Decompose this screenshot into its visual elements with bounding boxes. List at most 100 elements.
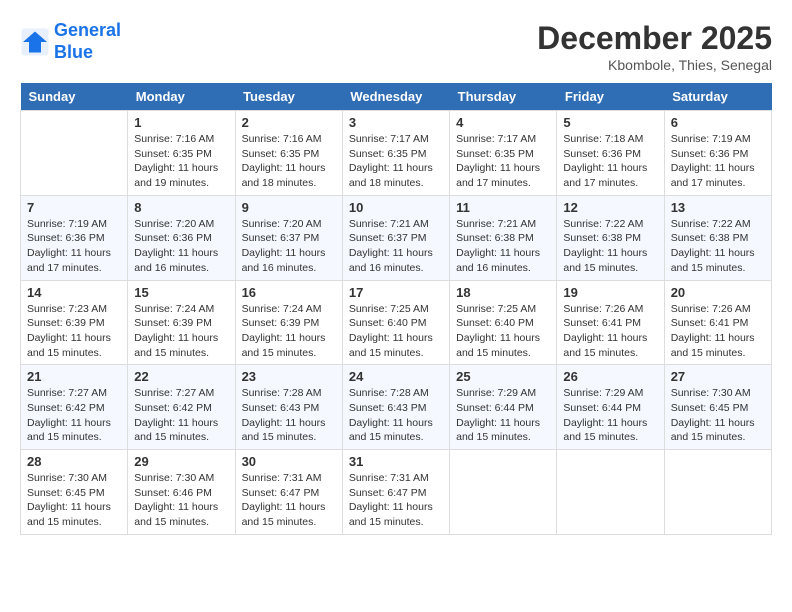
calendar-cell: 16 Sunrise: 7:24 AMSunset: 6:39 PMDayligh…: [235, 280, 342, 365]
week-row-1: 1Sunrise: 7:16 AMSunset: 6:35 PMDaylight…: [21, 111, 772, 196]
calendar-cell: 10 Sunrise: 7:21 AMSunset: 6:37 PMDayligh…: [342, 195, 449, 280]
day-number: 25: [456, 369, 550, 384]
calendar-cell: 13 Sunrise: 7:22 AMSunset: 6:38 PMDayligh…: [664, 195, 771, 280]
day-number: 11: [456, 200, 550, 215]
day-info: Sunrise: 7:21 AMSunset: 6:38 PMDaylight:…: [456, 217, 550, 276]
day-info: Sunrise: 7:24 AMSunset: 6:39 PMDaylight:…: [134, 302, 228, 361]
header-saturday: Saturday: [664, 83, 771, 111]
day-number: 7: [27, 200, 121, 215]
header-sunday: Sunday: [21, 83, 128, 111]
title-area: December 2025 Kbombole, Thies, Senegal: [537, 20, 772, 73]
day-info: Sunrise: 7:19 AMSunset: 6:36 PMDaylight:…: [671, 132, 765, 191]
calendar-cell: 11 Sunrise: 7:21 AMSunset: 6:38 PMDayligh…: [450, 195, 557, 280]
header: General Blue December 2025 Kbombole, Thi…: [20, 20, 772, 73]
calendar-cell: 14 Sunrise: 7:23 AMSunset: 6:39 PMDayligh…: [21, 280, 128, 365]
day-info: Sunrise: 7:26 AMSunset: 6:41 PMDaylight:…: [671, 302, 765, 361]
calendar-cell: 25Sunrise: 7:29 AMSunset: 6:44 PMDayligh…: [450, 365, 557, 450]
day-info: Sunrise: 7:20 AMSunset: 6:37 PMDaylight:…: [242, 217, 336, 276]
month-title: December 2025: [537, 20, 772, 57]
calendar-cell: 6 Sunrise: 7:19 AMSunset: 6:36 PMDaylight…: [664, 111, 771, 196]
calendar-cell: 2 Sunrise: 7:16 AMSunset: 6:35 PMDaylight…: [235, 111, 342, 196]
logo: General Blue: [20, 20, 121, 63]
day-number: 12: [563, 200, 657, 215]
day-info: Sunrise: 7:29 AMSunset: 6:44 PMDaylight:…: [563, 386, 657, 445]
calendar-cell: 30Sunrise: 7:31 AMSunset: 6:47 PMDayligh…: [235, 450, 342, 535]
week-row-5: 28 Sunrise: 7:30 AMSunset: 6:45 PMDayligh…: [21, 450, 772, 535]
day-info: Sunrise: 7:27 AMSunset: 6:42 PMDaylight:…: [27, 386, 121, 445]
calendar-cell: 31 Sunrise: 7:31 AMSunset: 6:47 PMDayligh…: [342, 450, 449, 535]
calendar-cell: 12 Sunrise: 7:22 AMSunset: 6:38 PMDayligh…: [557, 195, 664, 280]
day-number: 31: [349, 454, 443, 469]
day-number: 20: [671, 285, 765, 300]
calendar-cell: 7 Sunrise: 7:19 AMSunset: 6:36 PMDaylight…: [21, 195, 128, 280]
week-row-3: 14 Sunrise: 7:23 AMSunset: 6:39 PMDayligh…: [21, 280, 772, 365]
calendar-cell: 1Sunrise: 7:16 AMSunset: 6:35 PMDaylight…: [128, 111, 235, 196]
day-info: Sunrise: 7:27 AMSunset: 6:42 PMDaylight:…: [134, 386, 228, 445]
header-monday: Monday: [128, 83, 235, 111]
day-info: Sunrise: 7:25 AMSunset: 6:40 PMDaylight:…: [349, 302, 443, 361]
calendar-cell: [21, 111, 128, 196]
calendar-cell: 5 Sunrise: 7:18 AMSunset: 6:36 PMDaylight…: [557, 111, 664, 196]
day-info: Sunrise: 7:24 AMSunset: 6:39 PMDaylight:…: [242, 302, 336, 361]
day-info: Sunrise: 7:26 AMSunset: 6:41 PMDaylight:…: [563, 302, 657, 361]
day-number: 22: [134, 369, 228, 384]
day-info: Sunrise: 7:31 AMSunset: 6:47 PMDaylight:…: [242, 471, 336, 530]
calendar-cell: [557, 450, 664, 535]
day-info: Sunrise: 7:30 AMSunset: 6:46 PMDaylight:…: [134, 471, 228, 530]
day-info: Sunrise: 7:22 AMSunset: 6:38 PMDaylight:…: [671, 217, 765, 276]
day-number: 5: [563, 115, 657, 130]
day-number: 28: [27, 454, 121, 469]
calendar: SundayMondayTuesdayWednesdayThursdayFrid…: [20, 83, 772, 535]
day-number: 8: [134, 200, 228, 215]
day-number: 29: [134, 454, 228, 469]
calendar-cell: 15 Sunrise: 7:24 AMSunset: 6:39 PMDayligh…: [128, 280, 235, 365]
day-number: 13: [671, 200, 765, 215]
day-number: 3: [349, 115, 443, 130]
day-number: 16: [242, 285, 336, 300]
day-number: 18: [456, 285, 550, 300]
day-info: Sunrise: 7:20 AMSunset: 6:36 PMDaylight:…: [134, 217, 228, 276]
day-info: Sunrise: 7:21 AMSunset: 6:37 PMDaylight:…: [349, 217, 443, 276]
calendar-cell: 17Sunrise: 7:25 AMSunset: 6:40 PMDayligh…: [342, 280, 449, 365]
day-info: Sunrise: 7:30 AMSunset: 6:45 PMDaylight:…: [671, 386, 765, 445]
calendar-cell: 26 Sunrise: 7:29 AMSunset: 6:44 PMDayligh…: [557, 365, 664, 450]
day-info: Sunrise: 7:22 AMSunset: 6:38 PMDaylight:…: [563, 217, 657, 276]
day-number: 26: [563, 369, 657, 384]
day-number: 14: [27, 285, 121, 300]
calendar-cell: 22 Sunrise: 7:27 AMSunset: 6:42 PMDayligh…: [128, 365, 235, 450]
calendar-cell: 4Sunrise: 7:17 AMSunset: 6:35 PMDaylight…: [450, 111, 557, 196]
calendar-cell: 3Sunrise: 7:17 AMSunset: 6:35 PMDaylight…: [342, 111, 449, 196]
calendar-cell: 18Sunrise: 7:25 AMSunset: 6:40 PMDayligh…: [450, 280, 557, 365]
day-number: 2: [242, 115, 336, 130]
calendar-cell: 24Sunrise: 7:28 AMSunset: 6:43 PMDayligh…: [342, 365, 449, 450]
week-row-4: 21 Sunrise: 7:27 AMSunset: 6:42 PMDayligh…: [21, 365, 772, 450]
day-info: Sunrise: 7:18 AMSunset: 6:36 PMDaylight:…: [563, 132, 657, 191]
day-info: Sunrise: 7:19 AMSunset: 6:36 PMDaylight:…: [27, 217, 121, 276]
header-wednesday: Wednesday: [342, 83, 449, 111]
calendar-cell: 27 Sunrise: 7:30 AMSunset: 6:45 PMDayligh…: [664, 365, 771, 450]
day-number: 10: [349, 200, 443, 215]
day-info: Sunrise: 7:31 AMSunset: 6:47 PMDaylight:…: [349, 471, 443, 530]
calendar-cell: 20 Sunrise: 7:26 AMSunset: 6:41 PMDayligh…: [664, 280, 771, 365]
calendar-cell: 21 Sunrise: 7:27 AMSunset: 6:42 PMDayligh…: [21, 365, 128, 450]
calendar-cell: 8 Sunrise: 7:20 AMSunset: 6:36 PMDaylight…: [128, 195, 235, 280]
day-number: 6: [671, 115, 765, 130]
day-info: Sunrise: 7:16 AMSunset: 6:35 PMDaylight:…: [242, 132, 336, 191]
calendar-cell: 23Sunrise: 7:28 AMSunset: 6:43 PMDayligh…: [235, 365, 342, 450]
day-info: Sunrise: 7:30 AMSunset: 6:45 PMDaylight:…: [27, 471, 121, 530]
calendar-cell: 19Sunrise: 7:26 AMSunset: 6:41 PMDayligh…: [557, 280, 664, 365]
location: Kbombole, Thies, Senegal: [537, 57, 772, 73]
day-info: Sunrise: 7:28 AMSunset: 6:43 PMDaylight:…: [349, 386, 443, 445]
day-info: Sunrise: 7:16 AMSunset: 6:35 PMDaylight:…: [134, 132, 228, 191]
day-info: Sunrise: 7:23 AMSunset: 6:39 PMDaylight:…: [27, 302, 121, 361]
logo-general: General: [54, 20, 121, 40]
day-number: 9: [242, 200, 336, 215]
day-number: 27: [671, 369, 765, 384]
calendar-cell: 9 Sunrise: 7:20 AMSunset: 6:37 PMDaylight…: [235, 195, 342, 280]
day-number: 15: [134, 285, 228, 300]
day-number: 21: [27, 369, 121, 384]
day-info: Sunrise: 7:28 AMSunset: 6:43 PMDaylight:…: [242, 386, 336, 445]
header-thursday: Thursday: [450, 83, 557, 111]
day-number: 4: [456, 115, 550, 130]
logo-blue: Blue: [54, 42, 93, 62]
